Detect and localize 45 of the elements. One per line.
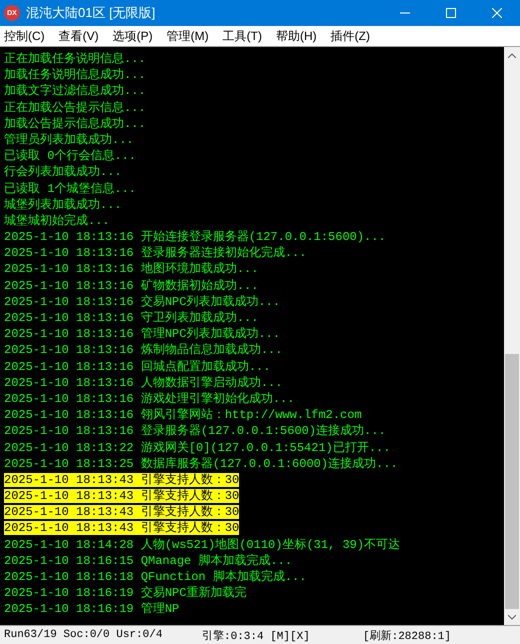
log-line: 2025-1-10 18:13:16 翎风引擎网站：http://www.lfm2.com bbox=[4, 408, 362, 422]
log-line: 2025-1-10 18:16:18 QFunction 脚本加载完成... bbox=[4, 570, 306, 584]
log-line: 加载任务说明信息成功... bbox=[4, 68, 146, 82]
status-text: Run63/19 Soc:0/0 Usr:0/4 bbox=[3, 629, 164, 641]
log-line: 2025-1-10 18:13:16 矿物数据初始成功... bbox=[4, 278, 258, 293]
menu-item[interactable]: 工具(T) bbox=[222, 28, 262, 44]
scroll-thumb[interactable] bbox=[505, 354, 519, 609]
log-line: 2025-1-10 18:13:16 管理NPC列表加载成功... bbox=[4, 327, 280, 342]
log-line: 城堡城初始完成... bbox=[4, 214, 110, 228]
log-line: 2025-1-10 18:16:19 管理NP bbox=[4, 602, 180, 616]
log-line: 2025-1-10 18:13:16 守卫列表加载成功... bbox=[4, 311, 258, 325]
log-line: 正在加载任务说明信息... bbox=[4, 52, 146, 66]
log-line: 加载公告提示信息成功... bbox=[4, 116, 146, 131]
menu-item[interactable]: 选项(P) bbox=[112, 28, 153, 44]
log-line: 2025-1-10 18:13:16 回城点配置加载成功... bbox=[4, 360, 270, 374]
maximize-icon bbox=[446, 8, 456, 18]
window-title: 混沌大陆01区 [无限版] bbox=[26, 4, 156, 22]
log-line: 2025-1-10 18:13:16 登录服务器连接初始化完成... bbox=[4, 246, 306, 260]
log-line: 正在加载公告提示信息... bbox=[4, 100, 146, 115]
log-line: 2025-1-10 18:13:25 数据库服务器(127.0.0.1:6000)连接成功... bbox=[4, 456, 398, 471]
log-line: 2025-1-10 18:13:16 游戏处理引擎初始化成功... bbox=[4, 392, 294, 406]
log-line: 2025-1-10 18:13:16 登录服务器(127.0.0.1:5600)连接成功... bbox=[4, 424, 386, 438]
log-line: 行会列表加载成功... bbox=[4, 165, 122, 180]
status-text: 引擎:0:3:4 [M][X] bbox=[201, 629, 311, 642]
menu-item[interactable]: 管理(M) bbox=[166, 28, 209, 44]
log-line: 2025-1-10 18:16:19 交易NPC重新加载完 bbox=[4, 586, 246, 600]
log-line: 加载文字过滤信息成功... bbox=[4, 84, 146, 98]
log-line: 管理员列表加载成功... bbox=[4, 132, 134, 147]
log-line: 2025-1-10 18:16:15 QManage 脚本加载完成... bbox=[4, 554, 292, 568]
log-line: 2025-1-10 18:13:16 人物数据引擎启动成功... bbox=[4, 376, 282, 390]
log-line: 已读取 1个城堡信息... bbox=[4, 182, 136, 196]
menu-item[interactable]: 查看(V) bbox=[58, 28, 99, 44]
close-icon bbox=[492, 8, 502, 18]
log-line: 2025-1-10 18:13:16 炼制物品信息加载成功... bbox=[4, 343, 282, 358]
menu-item[interactable]: 帮助(H) bbox=[276, 28, 317, 44]
log-line: 2025-1-10 18:13:22 游戏网关[0](127.0.0.1:55421)已打开... bbox=[4, 440, 390, 454]
log-line: 2025-1-10 18:13:16 交易NPC列表加载成功... bbox=[4, 294, 280, 309]
log-line: 2025-1-10 18:13:16 地图环境加载成功... bbox=[4, 262, 258, 276]
log-line: 城堡列表加载成功... bbox=[4, 198, 122, 212]
log-line: 2025-1-10 18:14:28 人物(ws521)地图(0110)坐标(31, 39)不可达 bbox=[4, 538, 400, 552]
log-line: 已读取 0个行会信息... bbox=[4, 149, 136, 164]
menu-item[interactable]: 插件(Z) bbox=[330, 28, 370, 44]
menu-item[interactable]: 控制(C) bbox=[4, 28, 45, 44]
log-line: 2025-1-10 18:13:16 开始连接登录服务器(127.0.0.1:5600)... bbox=[4, 230, 386, 244]
status-text: [刷新:28288:1] bbox=[362, 628, 452, 642]
